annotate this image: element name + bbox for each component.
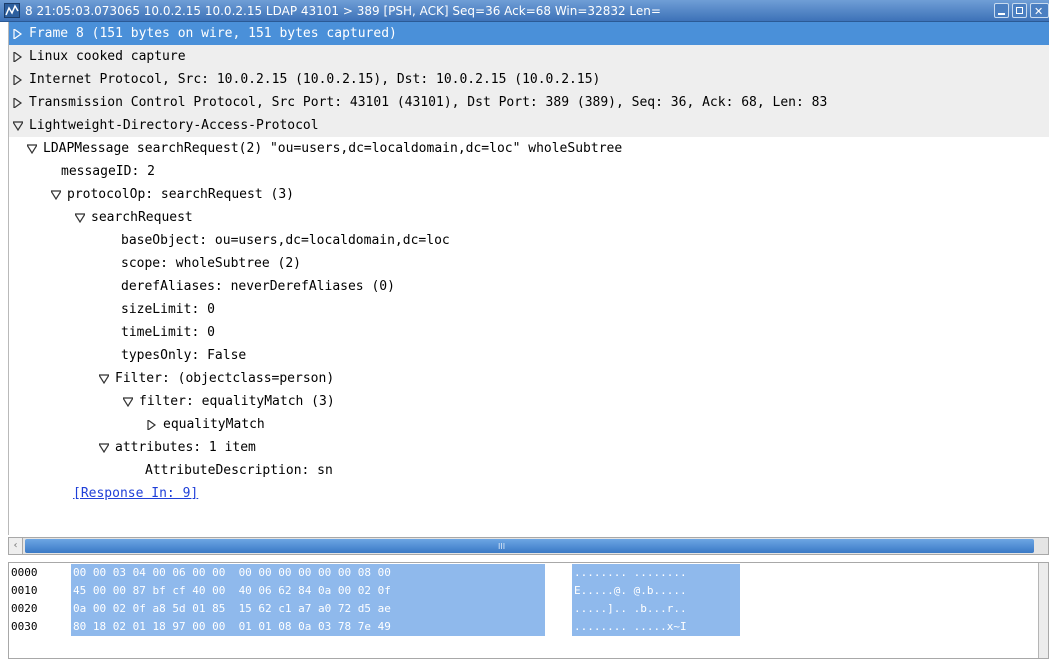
hex-offset: 0000	[11, 566, 38, 579]
tree-row[interactable]: protocolOp: searchRequest (3)	[9, 183, 1049, 206]
tree-row[interactable]: scope: wholeSubtree (2)	[9, 252, 1049, 275]
tree-row[interactable]: Filter: (objectclass=person)	[9, 367, 1049, 390]
tree-row[interactable]: attributes: 1 item	[9, 436, 1049, 459]
tree-row-label: Filter: (objectclass=person)	[115, 371, 335, 386]
collapse-arrow-icon[interactable]	[73, 206, 87, 229]
response-link[interactable]: [Response In: 9]	[73, 482, 198, 505]
tree-row[interactable]: timeLimit: 0	[9, 321, 1049, 344]
tree-row-label: derefAliases: neverDerefAliases (0)	[121, 279, 395, 294]
hex-offset: 0030	[11, 620, 38, 633]
tree-row[interactable]: messageID: 2	[9, 160, 1049, 183]
tree-row-label: equalityMatch	[163, 417, 265, 432]
tree-row[interactable]: Internet Protocol, Src: 10.0.2.15 (10.0.…	[9, 68, 1049, 91]
hex-ascii[interactable]: .....].. .b...r..	[572, 600, 740, 618]
tree-row[interactable]: derefAliases: neverDerefAliases (0)	[9, 275, 1049, 298]
hex-bytes[interactable]: 0a 00 02 0f a8 5d 01 85 15 62 c1 a7 a0 7…	[71, 600, 545, 618]
hex-ascii[interactable]: ........ ........	[572, 564, 740, 582]
tree-row-label: baseObject: ou=users,dc=localdomain,dc=l…	[121, 233, 450, 248]
packet-bytes-pane[interactable]: 0000 00 00 03 04 00 06 00 00 00 00 00 00 …	[8, 562, 1049, 659]
tree-row-label: attributes: 1 item	[115, 440, 256, 455]
collapse-arrow-icon[interactable]	[25, 137, 39, 160]
tree-row[interactable]: baseObject: ou=users,dc=localdomain,dc=l…	[9, 229, 1049, 252]
tree-row[interactable]: searchRequest	[9, 206, 1049, 229]
tree-row-label: protocolOp: searchRequest (3)	[67, 187, 294, 202]
tree-row-label: Transmission Control Protocol, Src Port:…	[29, 95, 828, 110]
horizontal-scrollbar[interactable]: ‹ III	[8, 537, 1049, 555]
title-bar[interactable]: 8 21:05:03.073065 10.0.2.15 10.0.2.15 LD…	[0, 0, 1049, 22]
scroll-left-icon[interactable]: ‹	[9, 538, 23, 554]
expand-arrow-icon[interactable]	[11, 91, 25, 114]
hex-row[interactable]: 0010 45 00 00 87 bf cf 40 00 40 06 62 84 …	[9, 582, 1039, 600]
tree-row[interactable]: equalityMatch	[9, 413, 1049, 436]
tree-row[interactable]: AttributeDescription: sn	[9, 459, 1049, 482]
window-title: 8 21:05:03.073065 10.0.2.15 10.0.2.15 LD…	[25, 4, 661, 18]
close-icon: ✕	[1034, 5, 1044, 18]
tree-row[interactable]: Transmission Control Protocol, Src Port:…	[9, 91, 1049, 114]
tree-row-label: scope: wholeSubtree (2)	[121, 256, 302, 271]
tree-row[interactable]: typesOnly: False	[9, 344, 1049, 367]
tree-row-label: filter: equalityMatch (3)	[139, 394, 335, 409]
tree-row[interactable]: [Response In: 9]	[9, 482, 1049, 505]
tree-row-label: Linux cooked capture	[29, 49, 186, 64]
tree-row-label: sizeLimit: 0	[121, 302, 215, 317]
collapse-arrow-icon[interactable]	[49, 183, 63, 206]
tree-row-label: LDAPMessage searchRequest(2) "ou=users,d…	[43, 141, 623, 156]
hex-ascii[interactable]: E.....@. @.b.....	[572, 582, 740, 600]
expand-arrow-icon[interactable]	[11, 68, 25, 91]
expand-arrow-icon[interactable]	[11, 45, 25, 68]
collapse-arrow-icon[interactable]	[97, 367, 111, 390]
tree-row-label: Frame 8 (151 bytes on wire, 151 bytes ca…	[29, 26, 397, 41]
scrollbar-thumb[interactable]: III	[25, 539, 1034, 553]
expand-arrow-icon[interactable]	[11, 22, 25, 45]
vertical-scrollbar[interactable]	[1038, 563, 1048, 658]
minimize-icon	[998, 13, 1005, 15]
tree-row[interactable]: sizeLimit: 0	[9, 298, 1049, 321]
hex-offset: 0010	[11, 584, 38, 597]
tree-row[interactable]: Frame 8 (151 bytes on wire, 151 bytes ca…	[9, 22, 1049, 45]
tree-row-label: searchRequest	[91, 210, 193, 225]
hex-bytes[interactable]: 80 18 02 01 18 97 00 00 01 01 08 0a 03 7…	[71, 618, 545, 636]
hex-row[interactable]: 0020 0a 00 02 0f a8 5d 01 85 15 62 c1 a7 …	[9, 600, 1039, 618]
hex-ascii[interactable]: ........ .....x~I	[572, 618, 740, 636]
packet-details-tree[interactable]: Frame 8 (151 bytes on wire, 151 bytes ca…	[8, 22, 1049, 535]
hex-row[interactable]: 0000 00 00 03 04 00 06 00 00 00 00 00 00 …	[9, 564, 1039, 582]
tree-row-label: messageID: 2	[61, 164, 155, 179]
hex-bytes[interactable]: 00 00 03 04 00 06 00 00 00 00 00 00 00 0…	[71, 564, 545, 582]
collapse-arrow-icon[interactable]	[11, 114, 25, 137]
hex-offset: 0020	[11, 602, 38, 615]
tree-row[interactable]: filter: equalityMatch (3)	[9, 390, 1049, 413]
collapse-arrow-icon[interactable]	[97, 436, 111, 459]
tree-row-label: AttributeDescription: sn	[145, 463, 333, 478]
tree-row[interactable]: LDAPMessage searchRequest(2) "ou=users,d…	[9, 137, 1049, 160]
tree-row-label: timeLimit: 0	[121, 325, 215, 340]
maximize-button[interactable]	[1012, 3, 1027, 18]
expand-arrow-icon[interactable]	[145, 413, 159, 436]
hex-row[interactable]: 0030 80 18 02 01 18 97 00 00 01 01 08 0a …	[9, 618, 1039, 636]
collapse-arrow-icon[interactable]	[121, 390, 135, 413]
hex-bytes[interactable]: 45 00 00 87 bf cf 40 00 40 06 62 84 0a 0…	[71, 582, 545, 600]
close-button[interactable]: ✕	[1030, 3, 1049, 18]
scrollbar-grip: III	[498, 542, 506, 551]
tree-row-label: Lightweight-Directory-Access-Protocol	[29, 118, 319, 133]
tree-row[interactable]: Linux cooked capture	[9, 45, 1049, 68]
tree-row-label: typesOnly: False	[121, 348, 247, 363]
maximize-icon	[1016, 7, 1023, 14]
tree-row-label: Internet Protocol, Src: 10.0.2.15 (10.0.…	[29, 72, 601, 87]
minimize-button[interactable]	[994, 3, 1009, 18]
wireshark-app-icon	[4, 3, 20, 18]
tree-row[interactable]: Lightweight-Directory-Access-Protocol	[9, 114, 1049, 137]
